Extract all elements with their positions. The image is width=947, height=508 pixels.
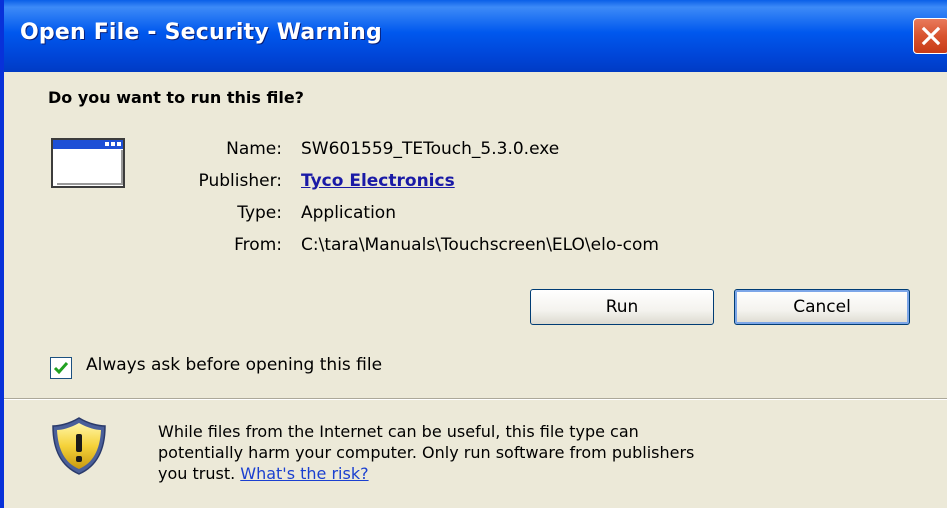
file-source-value: C:\tara\Manuals\Touchscreen\ELO\elo-com <box>301 235 659 255</box>
security-shield-warning-icon <box>52 417 106 475</box>
run-button[interactable]: Run <box>530 289 714 325</box>
title-bar[interactable]: Open File - Security Warning <box>4 0 947 72</box>
close-button[interactable] <box>913 18 947 54</box>
warning-line: potentially harm your computer. Only run… <box>158 443 695 462</box>
warning-line-prefix: you trust. <box>158 464 241 483</box>
close-icon <box>921 26 941 46</box>
whats-the-risk-link[interactable]: What's the risk? <box>240 464 368 483</box>
type-label: Type: <box>237 203 282 223</box>
cancel-button[interactable]: Cancel <box>734 289 910 325</box>
security-warning-text: While files from the Internet can be use… <box>158 421 918 484</box>
publisher-link[interactable]: Tyco Electronics <box>301 171 455 191</box>
run-question: Do you want to run this file? <box>48 88 304 107</box>
checkmark-icon <box>53 362 69 375</box>
file-name-value: SW601559_TETouch_5.3.0.exe <box>301 139 560 159</box>
always-ask-checkbox[interactable] <box>50 357 72 379</box>
warning-line: you trust. What's the risk? <box>158 463 918 484</box>
file-type-value: Application <box>301 203 396 223</box>
window-title: Open File - Security Warning <box>20 20 382 45</box>
warning-line: While files from the Internet can be use… <box>158 422 639 441</box>
publisher-label: Publisher: <box>198 171 282 191</box>
always-ask-label[interactable]: Always ask before opening this file <box>86 355 382 375</box>
name-label: Name: <box>226 139 282 159</box>
from-label: From: <box>234 235 282 255</box>
dialog-body <box>4 72 947 386</box>
